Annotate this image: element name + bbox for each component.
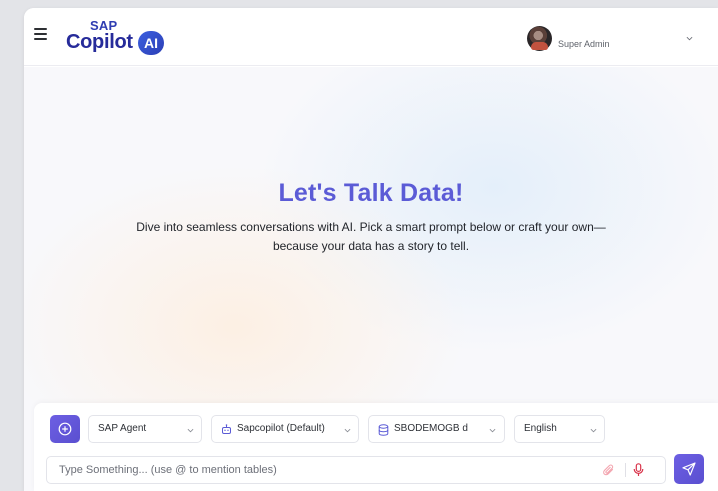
language-select-value: English [524, 423, 557, 434]
bot-icon [222, 424, 231, 434]
agent-select[interactable]: SAP Agent [88, 415, 202, 443]
agent-select-value: SAP Agent [98, 423, 147, 434]
chevron-down-icon [187, 428, 194, 433]
hero-title: Let's Talk Data! [278, 179, 464, 207]
chevron-down-icon [489, 428, 496, 433]
logo-copilot-text: Copilot [66, 31, 133, 53]
input-divider [625, 463, 626, 477]
model-select[interactable]: Sapcopilot (Default) [211, 415, 359, 443]
chevron-down-icon[interactable] [686, 35, 693, 42]
app-window: SAP Copilot AI Super Admin Let's Talk Da… [24, 8, 718, 491]
message-input[interactable] [48, 458, 588, 482]
model-select-value: Sapcopilot (Default) [237, 423, 325, 434]
paperclip-icon[interactable] [603, 464, 615, 477]
send-button[interactable] [674, 454, 704, 484]
message-input-row [46, 456, 666, 484]
hamburger-menu-icon[interactable] [34, 28, 48, 40]
logo-ai-badge: AI [138, 31, 164, 55]
database-select[interactable]: SBODEMOGB d [368, 415, 505, 443]
database-icon [378, 424, 389, 436]
user-name[interactable]: Super Admin [558, 39, 610, 49]
send-icon [682, 462, 696, 476]
chevron-down-icon [590, 428, 597, 433]
chat-composer: SAP Agent Sapcopilot (Default) SBODEMOGB… [34, 403, 718, 491]
main-content: Let's Talk Data! Dive into seamless conv… [24, 67, 718, 491]
avatar[interactable] [527, 26, 552, 51]
hero-subtitle: Dive into seamless conversations with AI… [136, 220, 606, 253]
microphone-icon[interactable] [633, 463, 644, 477]
top-header: SAP Copilot AI Super Admin [24, 8, 718, 66]
language-select[interactable]: English [514, 415, 605, 443]
chevron-down-icon [344, 428, 351, 433]
plus-circle-icon [58, 422, 72, 436]
add-button[interactable] [50, 415, 80, 443]
database-select-value: SBODEMOGB d [394, 423, 468, 434]
